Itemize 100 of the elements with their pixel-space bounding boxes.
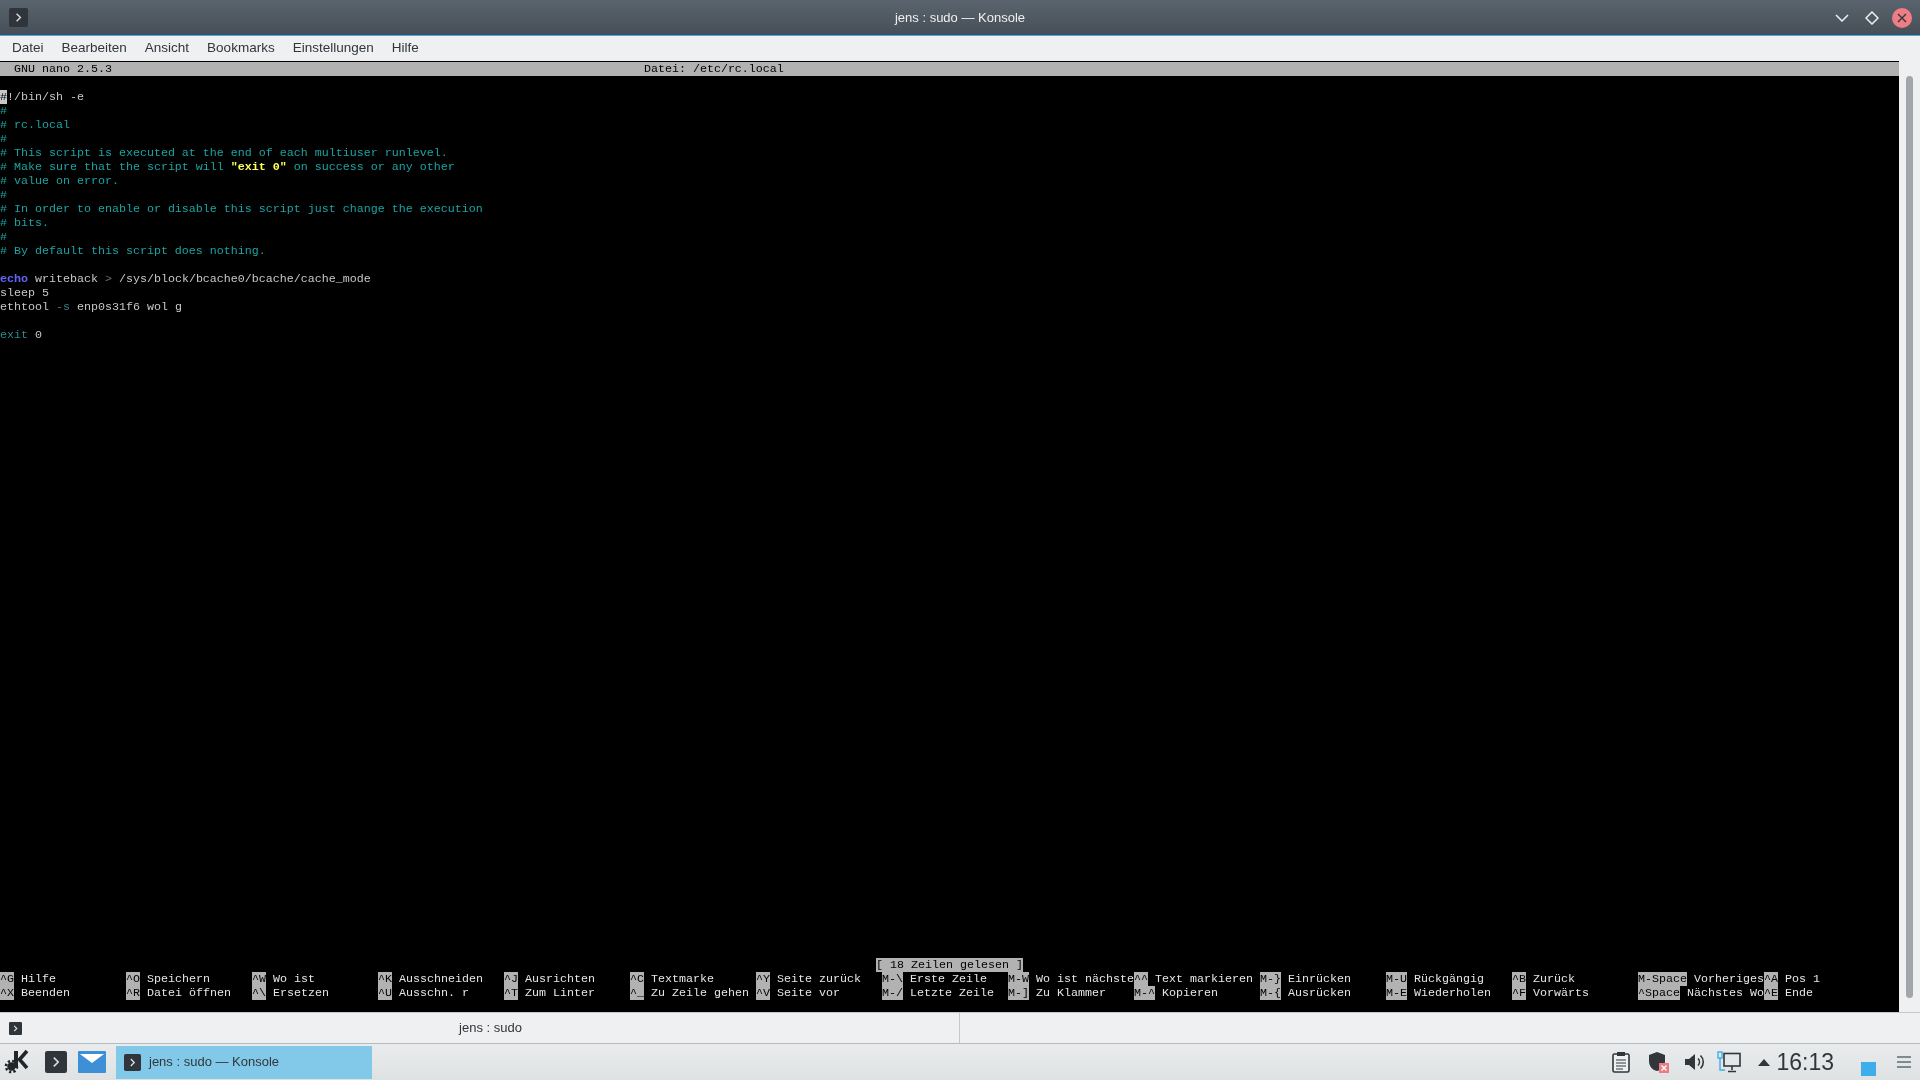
- terminal-icon: [9, 1021, 22, 1035]
- monitor-plug-icon[interactable]: [1717, 1051, 1742, 1073]
- shortcut-key: ^\: [252, 986, 266, 1000]
- code-line: echo writeback > /sys/block/bcache0/bcache/cache_mode: [0, 272, 371, 286]
- shortcut-label: Datei öffnen: [147, 986, 231, 1000]
- code-line: # By default this script does nothing.: [0, 244, 266, 258]
- shortcut-key: ^R: [126, 986, 140, 1000]
- shortcut-key: ^Y: [756, 972, 770, 986]
- clock[interactable]: 16:13: [1776, 1044, 1834, 1080]
- shortcut-label: Zurück: [1533, 972, 1575, 986]
- shortcut-label: Letzte Zeile: [910, 986, 994, 1000]
- code-line: # In order to enable or disable this script just change the execution: [0, 202, 483, 216]
- clipboard-icon[interactable]: [1610, 1051, 1633, 1073]
- shortcut-label: Textmarke: [651, 972, 714, 986]
- shortcut-key: ^K: [378, 972, 392, 986]
- shortcut-label: Zu Zeile gehen: [651, 986, 749, 1000]
- shortcut-key: ^E: [1764, 986, 1778, 1000]
- shortcut-key: ^T: [504, 986, 518, 1000]
- code-line: #: [0, 132, 7, 146]
- chevron-down-icon[interactable]: [1835, 13, 1849, 22]
- code-line: #: [0, 104, 7, 118]
- shortcut-key: M-U: [1386, 972, 1407, 986]
- terminal-icon[interactable]: [9, 8, 28, 27]
- shortcut-label: Speichern: [147, 972, 210, 986]
- terminal-icon[interactable]: [45, 1051, 67, 1073]
- shortcut-key: ^J: [504, 972, 518, 986]
- shortcut-label: Ausrichten: [525, 972, 595, 986]
- shortcut-label: Ausschn. r: [399, 986, 469, 1000]
- shortcut-label: Einrücken: [1288, 972, 1351, 986]
- shortcut-label: Kopieren: [1162, 986, 1218, 1000]
- shortcut-key: M-\: [882, 972, 903, 986]
- code-line: # This script is executed at the end of each multiuser runlevel.: [0, 146, 448, 160]
- shortcut-key: M-Space: [1638, 972, 1687, 986]
- shortcut-key: ^V: [756, 986, 770, 1000]
- shortcut-label: Wo ist: [273, 972, 315, 986]
- shortcut-key: M-^: [1134, 986, 1155, 1000]
- terminal-icon: [124, 1053, 141, 1071]
- envelope-icon[interactable]: [78, 1051, 106, 1073]
- shortcut-label: Text markieren: [1155, 972, 1253, 986]
- shortcut-label: Ausrücken: [1288, 986, 1351, 1000]
- shortcut-key: ^Space: [1638, 986, 1680, 1000]
- shortcut-key: ^X: [0, 986, 14, 1000]
- menu-icon[interactable]: [1897, 1056, 1911, 1068]
- triangle-up-icon[interactable]: [1758, 1058, 1771, 1066]
- menu-item[interactable]: Bearbeiten: [52, 38, 136, 59]
- code-line: #: [0, 230, 7, 244]
- close-icon[interactable]: [1892, 7, 1912, 28]
- shortcut-label: Erste Zeile: [910, 972, 987, 986]
- shortcut-key: ^F: [1512, 986, 1526, 1000]
- menu-item[interactable]: Bookmarks: [198, 38, 284, 59]
- shortcut-label: Hilfe: [21, 972, 56, 986]
- shortcut-key: ^W: [252, 972, 266, 986]
- code-line: #!/bin/sh -e: [0, 90, 84, 104]
- shortcut-key: M-]: [1008, 986, 1029, 1000]
- shortcut-key: ^U: [378, 986, 392, 1000]
- taskbar-task[interactable]: jens : sudo — Konsole: [116, 1045, 372, 1079]
- shortcut-label: Pos 1: [1785, 972, 1820, 986]
- window-title: jens : sudo — Konsole: [894, 8, 1026, 27]
- shortcut-label: Seite zurück: [777, 972, 861, 986]
- shortcut-key: ^B: [1512, 972, 1526, 986]
- speaker-icon[interactable]: [1683, 1051, 1706, 1073]
- code-line: # Make sure that the script will "exit 0" on success or any other: [0, 160, 455, 174]
- shortcut-label: Ersetzen: [273, 986, 329, 1000]
- logo-icon[interactable]: [4, 1049, 30, 1075]
- code-line: # rc.local: [0, 118, 70, 132]
- shortcut-label: Rückgängig: [1414, 972, 1484, 986]
- shortcut-label: Wiederholen: [1414, 986, 1491, 1000]
- code-line: #: [0, 188, 7, 202]
- shortcut-label: Nächstes Wo: [1687, 986, 1764, 1000]
- code-line: # value on error.: [0, 174, 119, 188]
- shortcut-key: ^G: [0, 972, 14, 986]
- menu-item[interactable]: Ansicht: [135, 38, 199, 59]
- shortcut-label: Wo ist nächste: [1036, 972, 1134, 986]
- shortcut-key: M-}: [1260, 972, 1281, 986]
- shortcut-key: ^A: [1764, 972, 1778, 986]
- file-name: Datei: /etc/rc.local: [643, 62, 784, 76]
- shortcut-key: ^_: [630, 986, 644, 1000]
- code-line: exit 0: [0, 328, 42, 342]
- shortcut-key: ^^: [1134, 972, 1148, 986]
- menu-item[interactable]: Hilfe: [382, 38, 428, 59]
- diamond-icon[interactable]: [1865, 10, 1879, 25]
- shield-icon[interactable]: [1647, 1051, 1670, 1073]
- shortcut-key: M-{: [1260, 986, 1281, 1000]
- shortcut-key: M-/: [882, 986, 903, 1000]
- code-line: sleep 5: [0, 286, 49, 300]
- menu-item[interactable]: Einstellungen: [283, 38, 383, 59]
- shortcut-label: Ende: [1785, 986, 1813, 1000]
- menu-item[interactable]: Datei: [3, 38, 53, 59]
- shortcut-label: Vorwärts: [1533, 986, 1589, 1000]
- shortcut-label: Vorheriges: [1693, 972, 1764, 986]
- scrollbar-thumb[interactable]: [1906, 76, 1913, 998]
- shortcut-label: Zum Linter: [525, 986, 595, 1000]
- shortcut-key: ^C: [630, 972, 644, 986]
- editor-version: GNU nano 2.5.3: [14, 62, 112, 76]
- code-line: # bits.: [0, 216, 49, 230]
- status-message: [ 18 Zeilen gelesen ]: [876, 958, 1023, 972]
- shortcut-label: Seite vor: [777, 986, 840, 1000]
- code-line: ethtool -s enp0s31f6 wol g: [0, 300, 182, 314]
- shortcut-key: M-W: [1008, 972, 1029, 986]
- shortcut-key: ^O: [126, 972, 140, 986]
